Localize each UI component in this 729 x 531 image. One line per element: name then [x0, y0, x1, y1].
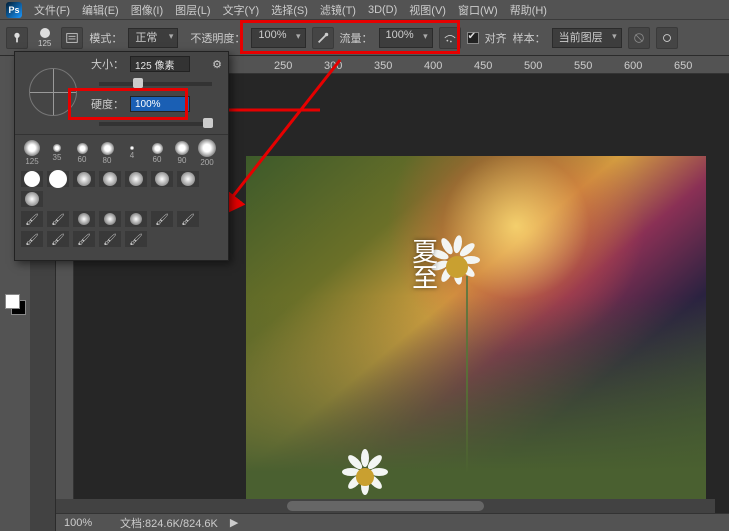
brush-hardness-input[interactable]	[130, 96, 190, 112]
brush-preset-popup: 大小： 硬度： ⚙ 125 35 60 80 4 60 90 200 �	[14, 51, 229, 261]
menu-bar: Ps 文件(F) 编辑(E) 图像(I) 图层(L) 文字(Y) 选择(S) 滤…	[0, 0, 729, 20]
brush-preset[interactable]: 🖌	[47, 211, 69, 227]
menu-text[interactable]: 文字(Y)	[223, 2, 260, 18]
menu-3d[interactable]: 3D(D)	[368, 4, 397, 16]
canvas-image-grass	[246, 296, 706, 513]
brush-size-input[interactable]	[130, 56, 190, 72]
pressure-opacity-icon[interactable]	[312, 27, 334, 49]
brush-preset[interactable]	[125, 171, 147, 187]
aligned-checkbox[interactable]	[467, 32, 479, 44]
status-bar: 100% 文档:824.6K/824.6K ▶	[56, 513, 729, 531]
menu-help[interactable]: 帮助(H)	[510, 2, 547, 18]
brush-hardness-label: 硬度：	[91, 96, 124, 112]
opacity-select[interactable]: 100%	[251, 28, 305, 48]
sample-select[interactable]: 当前图层	[552, 28, 622, 48]
zoom-level[interactable]: 100%	[64, 517, 108, 529]
brush-preset[interactable]: 🖌	[47, 231, 69, 247]
aligned-label: 对齐	[485, 30, 507, 46]
tool-preset-icon[interactable]	[6, 27, 28, 49]
brush-preview-button[interactable]: 125	[34, 28, 55, 48]
menu-layer[interactable]: 图层(L)	[175, 2, 210, 18]
brush-preset[interactable]: 🖌	[21, 231, 43, 247]
menu-select[interactable]: 选择(S)	[271, 2, 308, 18]
brush-preset: 🖌	[21, 211, 43, 227]
menu-window[interactable]: 窗口(W)	[458, 2, 498, 18]
brush-preset[interactable]: 4	[121, 139, 143, 167]
menu-filter[interactable]: 滤镜(T)	[320, 2, 356, 18]
canvas-image-stem	[466, 276, 468, 476]
brush-preset[interactable]	[151, 171, 173, 187]
flow-label: 流量：	[340, 30, 373, 46]
brush-preset[interactable]	[73, 171, 95, 187]
color-swatch[interactable]	[5, 294, 25, 314]
brush-preset-grid-2	[15, 171, 228, 211]
brush-preset[interactable]	[177, 171, 199, 187]
doc-size: 文档:824.6K/824.6K	[120, 515, 218, 531]
brush-preset[interactable]: 35	[46, 139, 68, 167]
brush-preset-grid: 125 35 60 80 4 60 90 200	[15, 134, 228, 171]
canvas-image-flower	[446, 256, 468, 278]
brush-preset[interactable]: 🖌	[177, 211, 199, 227]
chevron-right-icon[interactable]: ▶	[230, 516, 238, 529]
brush-preset[interactable]	[99, 211, 121, 227]
brush-preset[interactable]	[21, 191, 43, 207]
airbrush-icon[interactable]	[439, 27, 461, 49]
brush-preset[interactable]: 200	[196, 139, 218, 167]
brush-preset[interactable]: 125	[21, 139, 43, 167]
brush-preset[interactable]: 80	[96, 139, 118, 167]
mode-select[interactable]: 正常	[128, 28, 178, 48]
brush-preset[interactable]: 🖌	[99, 231, 121, 247]
ignore-adjust-icon[interactable]	[628, 27, 650, 49]
brush-angle-control[interactable]	[29, 68, 77, 116]
menu-image[interactable]: 图像(I)	[131, 2, 163, 18]
brush-preset-grid-4: 🖌 🖌 🖌 🖌 🖌	[15, 231, 228, 251]
fg-color[interactable]	[5, 294, 20, 309]
menu-view[interactable]: 视图(V)	[409, 2, 446, 18]
brush-panel-toggle-icon[interactable]	[61, 27, 83, 49]
brush-preset[interactable]: 60	[146, 139, 168, 167]
menu-file[interactable]: 文件(F)	[34, 2, 70, 18]
brush-size-slider[interactable]	[99, 82, 212, 86]
opacity-label: 不透明度：	[190, 30, 245, 46]
canvas-image-flower	[356, 468, 374, 486]
brush-preset[interactable]: 🖌	[125, 231, 147, 247]
brush-hardness-slider[interactable]	[99, 122, 212, 126]
mode-label: 模式：	[89, 30, 122, 46]
pressure-size-icon[interactable]	[656, 27, 678, 49]
sample-label: 样本：	[513, 30, 546, 46]
brush-preset[interactable]	[73, 211, 95, 227]
canvas-text-layer: 夏至	[408, 238, 437, 290]
flow-select[interactable]: 100%	[379, 28, 433, 48]
brush-dot-icon	[40, 28, 50, 38]
brush-preset[interactable]	[47, 171, 69, 187]
document-canvas[interactable]: 夏至	[246, 156, 706, 513]
brush-preset[interactable]	[21, 171, 43, 187]
brush-preset[interactable]: 60	[71, 139, 93, 167]
gear-icon[interactable]: ⚙	[212, 58, 222, 71]
brush-size-label: 大小：	[91, 56, 124, 72]
brush-preset[interactable]: 90	[171, 139, 193, 167]
brush-preset[interactable]	[99, 171, 121, 187]
brush-preset[interactable]	[125, 211, 147, 227]
brush-size-value: 125	[38, 39, 51, 48]
brush-preset[interactable]: 🖌	[151, 211, 173, 227]
app-logo: Ps	[6, 2, 22, 18]
menu-edit[interactable]: 编辑(E)	[82, 2, 119, 18]
brush-preset[interactable]: 🖌	[73, 231, 95, 247]
scrollbar-horizontal[interactable]	[56, 499, 715, 513]
brush-preset-grid-3: 🖌 🖌 🖌 🖌	[15, 211, 228, 231]
